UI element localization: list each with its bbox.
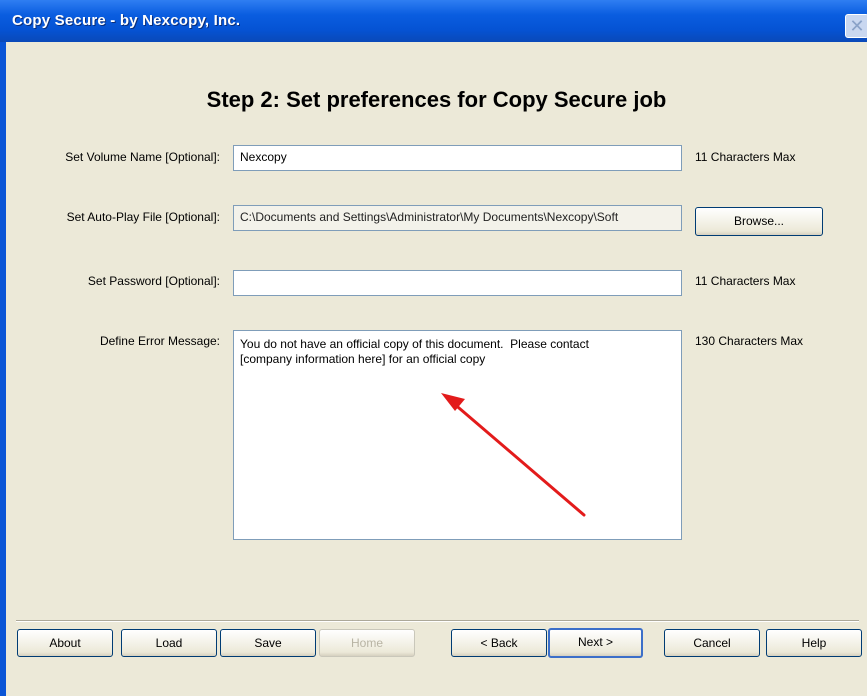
red-annotation-arrow-icon — [441, 393, 586, 517]
annotation-arrow-shaft — [450, 400, 586, 517]
app-window: Copy Secure - by Nexcopy, Inc. ✕ Step 2:… — [0, 0, 867, 696]
